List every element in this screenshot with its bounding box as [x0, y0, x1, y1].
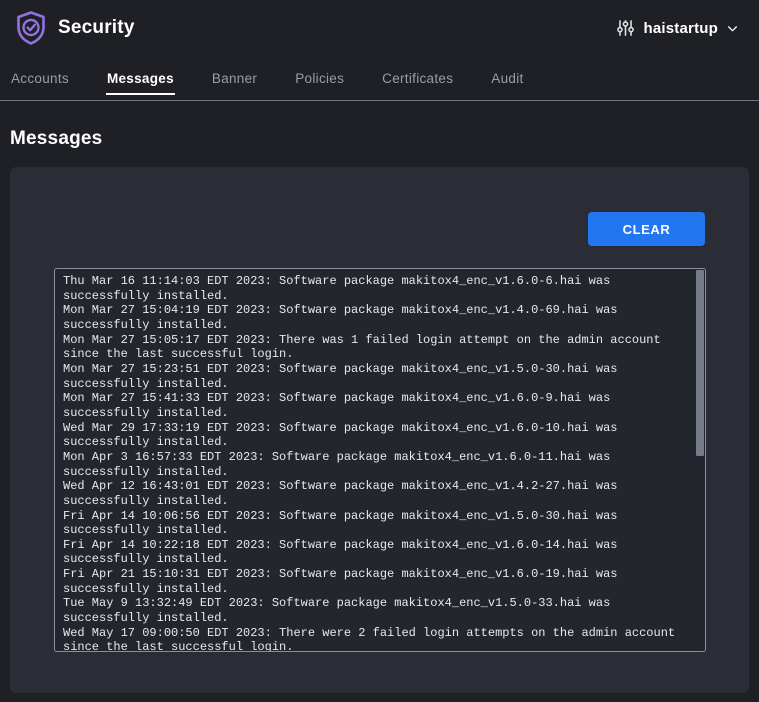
tab-policies[interactable]: Policies [294, 56, 345, 100]
tab-banner[interactable]: Banner [211, 56, 258, 100]
tab-audit[interactable]: Audit [490, 56, 524, 100]
shield-check-icon [14, 10, 48, 46]
message-log[interactable]: Thu Mar 16 11:14:03 EDT 2023: Software p… [54, 268, 706, 652]
tab-messages[interactable]: Messages [106, 56, 175, 100]
panel-toolbar: CLEAR [10, 167, 749, 246]
account-name: haistartup [643, 20, 718, 37]
app-title: Security [58, 17, 135, 39]
account-menu[interactable]: haistartup [610, 17, 745, 39]
messages-panel: CLEAR Thu Mar 16 11:14:03 EDT 2023: Soft… [10, 167, 749, 693]
tab-accounts[interactable]: Accounts [10, 56, 70, 100]
tab-bar: Accounts Messages Banner Policies Certif… [0, 56, 759, 101]
main-content: Messages CLEAR Thu Mar 16 11:14:03 EDT 2… [0, 128, 759, 693]
tab-certificates[interactable]: Certificates [381, 56, 454, 100]
log-scrollbar[interactable] [696, 270, 704, 650]
page-title: Messages [10, 128, 749, 150]
log-text: Thu Mar 16 11:14:03 EDT 2023: Software p… [55, 269, 705, 652]
log-scrollbar-thumb[interactable] [696, 270, 704, 456]
chevron-down-icon [726, 22, 739, 35]
app-header: Security haistartup [0, 0, 759, 56]
app-brand: Security [14, 10, 135, 46]
sliders-icon [616, 18, 635, 38]
clear-button[interactable]: CLEAR [588, 212, 705, 246]
